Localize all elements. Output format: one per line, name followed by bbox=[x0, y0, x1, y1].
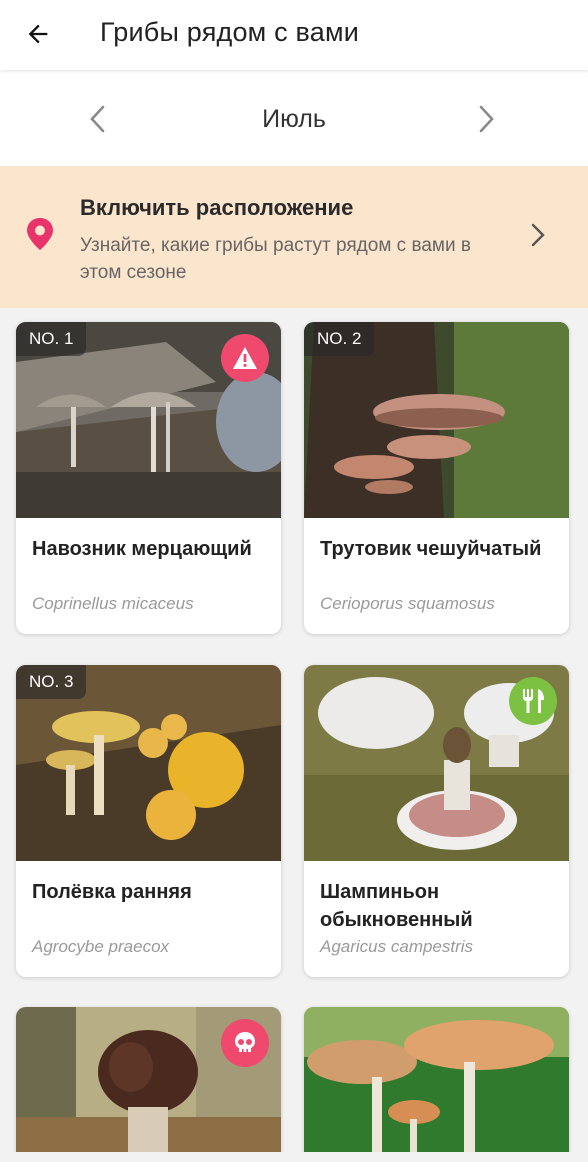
mushroom-photo bbox=[304, 1007, 569, 1162]
mushroom-latin-name: Coprinellus micaceus bbox=[32, 594, 194, 613]
bottom-edge bbox=[0, 1152, 588, 1162]
arrow-left-icon bbox=[28, 24, 48, 44]
mushroom-card[interactable]: NO. 2 Трутовик чешуйчатый Cerioporus squ… bbox=[304, 322, 569, 634]
edible-badge bbox=[509, 677, 557, 725]
banner-title: Включить расположение bbox=[80, 195, 354, 220]
mushroom-name: Полёвка ранняя bbox=[32, 881, 192, 903]
back-button[interactable] bbox=[14, 10, 62, 58]
mushroom-card[interactable] bbox=[304, 1007, 569, 1162]
mushroom-latin-name: Agaricus campestris bbox=[320, 937, 474, 956]
chevron-right-icon bbox=[479, 105, 494, 133]
edible-fork-knife-icon bbox=[523, 689, 544, 713]
mushroom-card[interactable]: Шампиньон обыкновенный Agaricus campestr… bbox=[304, 665, 569, 977]
banner-text: Узнайте, какие грибы растут рядом с вами… bbox=[80, 235, 471, 283]
mushroom-card[interactable] bbox=[16, 1007, 281, 1162]
warning-icon bbox=[233, 347, 257, 369]
poison-badge bbox=[221, 1019, 269, 1067]
mushroom-name: Трутовик чешуйчатый bbox=[320, 538, 542, 560]
mushroom-name: Навозник мерцающий bbox=[32, 538, 252, 560]
next-month-button[interactable] bbox=[462, 95, 510, 143]
app-bar: Грибы рядом с вами bbox=[0, 0, 588, 70]
mushroom-card[interactable]: NO. 1 Навозник мерцающий Coprinellus mic… bbox=[16, 322, 281, 634]
month-selector: Июль bbox=[0, 70, 588, 166]
mushroom-latin-name: Agrocybe praecox bbox=[32, 937, 170, 956]
location-pin-icon bbox=[27, 218, 53, 250]
poison-skull-icon bbox=[235, 1032, 255, 1052]
rank-label: NO. 2 bbox=[304, 322, 375, 356]
rank-label: NO. 1 bbox=[16, 322, 87, 356]
mushroom-name: Шампиньон обыкновенный bbox=[320, 881, 473, 931]
warning-badge bbox=[221, 334, 269, 382]
page-title: Грибы рядом с вами bbox=[100, 17, 360, 47]
rank-label: NO. 3 bbox=[16, 665, 87, 699]
mushroom-card[interactable]: NO. 3 Полёвка ранняя Agrocybe praecox bbox=[16, 665, 281, 977]
mushroom-latin-name: Cerioporus squamosus bbox=[320, 594, 495, 613]
chevron-right-icon bbox=[531, 223, 545, 247]
